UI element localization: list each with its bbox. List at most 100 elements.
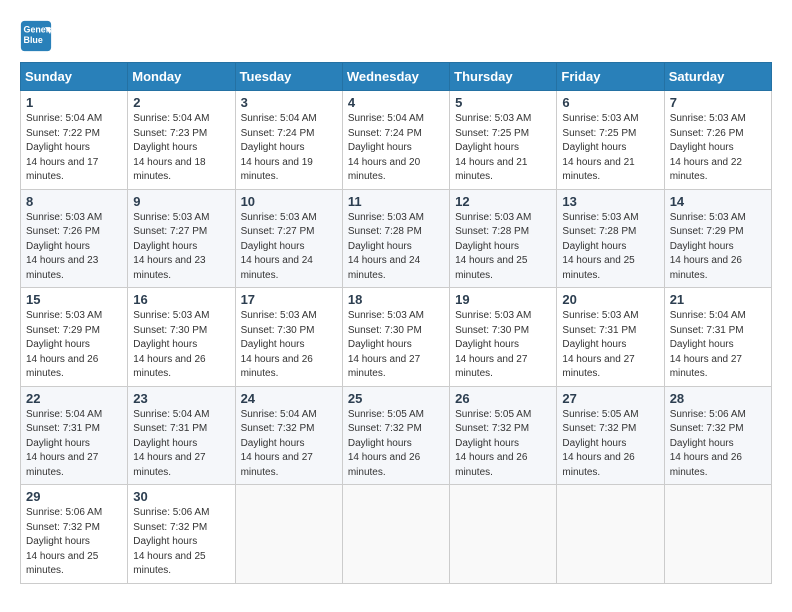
day-number: 22 xyxy=(26,391,122,406)
day-info: Sunrise: 5:06 AMSunset: 7:32 PMDaylight … xyxy=(670,408,766,481)
calendar-cell: 1Sunrise: 5:04 AMSunset: 7:22 PMDaylight… xyxy=(21,91,128,190)
calendar-week-row: 15Sunrise: 5:03 AMSunset: 7:29 PMDayligh… xyxy=(21,288,772,387)
calendar-cell xyxy=(235,485,342,584)
day-info: Sunrise: 5:04 AMSunset: 7:31 PMDaylight … xyxy=(670,309,766,382)
weekday-header: Wednesday xyxy=(342,63,449,91)
calendar-cell: 30 Sunrise: 5:06 AMSunset: 7:32 PMDayligh… xyxy=(128,485,235,584)
day-number: 26 xyxy=(455,391,551,406)
calendar-cell: 28 Sunrise: 5:06 AMSunset: 7:32 PMDayligh… xyxy=(664,386,771,485)
day-info: Sunrise: 5:03 AMSunset: 7:27 PMDaylight … xyxy=(241,211,337,284)
day-number: 12 xyxy=(455,194,551,209)
day-number: 4 xyxy=(348,95,444,110)
day-number: 25 xyxy=(348,391,444,406)
calendar-cell: 15Sunrise: 5:03 AMSunset: 7:29 PMDayligh… xyxy=(21,288,128,387)
calendar-cell: 10 Sunrise: 5:03 AMSunset: 7:27 PMDayligh… xyxy=(235,189,342,288)
day-number: 24 xyxy=(241,391,337,406)
calendar-cell: 25 Sunrise: 5:05 AMSunset: 7:32 PMDayligh… xyxy=(342,386,449,485)
day-number: 20 xyxy=(562,292,658,307)
day-info: Sunrise: 5:03 AMSunset: 7:30 PMDaylight … xyxy=(241,309,337,382)
day-number: 9 xyxy=(133,194,229,209)
day-info: Sunrise: 5:03 AMSunset: 7:29 PMDaylight … xyxy=(670,211,766,284)
day-number: 13 xyxy=(562,194,658,209)
page-header: General Blue xyxy=(20,20,772,52)
calendar-cell: 3 Sunrise: 5:04 AMSunset: 7:24 PMDaylight… xyxy=(235,91,342,190)
weekday-header: Friday xyxy=(557,63,664,91)
calendar-cell: 13 Sunrise: 5:03 AMSunset: 7:28 PMDayligh… xyxy=(557,189,664,288)
day-number: 3 xyxy=(241,95,337,110)
day-info: Sunrise: 5:04 AMSunset: 7:22 PMDaylight … xyxy=(26,112,122,185)
day-number: 11 xyxy=(348,194,444,209)
day-info: Sunrise: 5:04 AMSunset: 7:24 PMDaylight … xyxy=(241,112,337,185)
day-number: 27 xyxy=(562,391,658,406)
day-number: 7 xyxy=(670,95,766,110)
calendar-cell: 5 Sunrise: 5:03 AMSunset: 7:25 PMDaylight… xyxy=(450,91,557,190)
day-number: 16 xyxy=(133,292,229,307)
calendar-cell: 4 Sunrise: 5:04 AMSunset: 7:24 PMDaylight… xyxy=(342,91,449,190)
day-info: Sunrise: 5:03 AMSunset: 7:28 PMDaylight … xyxy=(455,211,551,284)
day-number: 23 xyxy=(133,391,229,406)
day-number: 5 xyxy=(455,95,551,110)
day-number: 10 xyxy=(241,194,337,209)
calendar-cell xyxy=(664,485,771,584)
logo: General Blue xyxy=(20,20,56,52)
day-info: Sunrise: 5:03 AMSunset: 7:25 PMDaylight … xyxy=(455,112,551,185)
calendar-week-row: 29 Sunrise: 5:06 AMSunset: 7:32 PMDayligh… xyxy=(21,485,772,584)
calendar-cell: 26 Sunrise: 5:05 AMSunset: 7:32 PMDayligh… xyxy=(450,386,557,485)
calendar-header: SundayMondayTuesdayWednesdayThursdayFrid… xyxy=(21,63,772,91)
day-number: 8 xyxy=(26,194,122,209)
day-info: Sunrise: 5:04 AMSunset: 7:24 PMDaylight … xyxy=(348,112,444,185)
weekday-header: Tuesday xyxy=(235,63,342,91)
day-info: Sunrise: 5:06 AMSunset: 7:32 PMDaylight … xyxy=(26,506,122,579)
calendar-cell: 12 Sunrise: 5:03 AMSunset: 7:28 PMDayligh… xyxy=(450,189,557,288)
day-info: Sunrise: 5:05 AMSunset: 7:32 PMDaylight … xyxy=(455,408,551,481)
day-info: Sunrise: 5:03 AMSunset: 7:28 PMDaylight … xyxy=(562,211,658,284)
day-info: Sunrise: 5:04 AMSunset: 7:31 PMDaylight … xyxy=(26,408,122,481)
day-info: Sunrise: 5:03 AMSunset: 7:30 PMDaylight … xyxy=(455,309,551,382)
day-info: Sunrise: 5:03 AMSunset: 7:26 PMDaylight … xyxy=(26,211,122,284)
calendar-cell: 8 Sunrise: 5:03 AMSunset: 7:26 PMDaylight… xyxy=(21,189,128,288)
calendar-body: 1Sunrise: 5:04 AMSunset: 7:22 PMDaylight… xyxy=(21,91,772,584)
calendar-cell: 21 Sunrise: 5:04 AMSunset: 7:31 PMDayligh… xyxy=(664,288,771,387)
day-number: 18 xyxy=(348,292,444,307)
calendar-cell xyxy=(342,485,449,584)
day-info: Sunrise: 5:06 AMSunset: 7:32 PMDaylight … xyxy=(133,506,229,579)
svg-text:Blue: Blue xyxy=(24,35,43,45)
day-number: 17 xyxy=(241,292,337,307)
day-number: 29 xyxy=(26,489,122,504)
day-info: Sunrise: 5:04 AMSunset: 7:31 PMDaylight … xyxy=(133,408,229,481)
calendar-cell: 14 Sunrise: 5:03 AMSunset: 7:29 PMDayligh… xyxy=(664,189,771,288)
calendar-table: SundayMondayTuesdayWednesdayThursdayFrid… xyxy=(20,62,772,584)
day-info: Sunrise: 5:03 AMSunset: 7:25 PMDaylight … xyxy=(562,112,658,185)
calendar-cell: 9 Sunrise: 5:03 AMSunset: 7:27 PMDaylight… xyxy=(128,189,235,288)
calendar-cell xyxy=(450,485,557,584)
day-info: Sunrise: 5:03 AMSunset: 7:30 PMDaylight … xyxy=(133,309,229,382)
day-number: 14 xyxy=(670,194,766,209)
calendar-cell: 29 Sunrise: 5:06 AMSunset: 7:32 PMDayligh… xyxy=(21,485,128,584)
day-info: Sunrise: 5:04 AMSunset: 7:32 PMDaylight … xyxy=(241,408,337,481)
calendar-cell: 24 Sunrise: 5:04 AMSunset: 7:32 PMDayligh… xyxy=(235,386,342,485)
day-number: 6 xyxy=(562,95,658,110)
day-number: 21 xyxy=(670,292,766,307)
calendar-cell: 11 Sunrise: 5:03 AMSunset: 7:28 PMDayligh… xyxy=(342,189,449,288)
day-number: 28 xyxy=(670,391,766,406)
day-number: 19 xyxy=(455,292,551,307)
day-info: Sunrise: 5:03 AMSunset: 7:28 PMDaylight … xyxy=(348,211,444,284)
calendar-week-row: 1Sunrise: 5:04 AMSunset: 7:22 PMDaylight… xyxy=(21,91,772,190)
day-info: Sunrise: 5:03 AMSunset: 7:30 PMDaylight … xyxy=(348,309,444,382)
day-info: Sunrise: 5:04 AMSunset: 7:23 PMDaylight … xyxy=(133,112,229,185)
day-info: Sunrise: 5:03 AMSunset: 7:27 PMDaylight … xyxy=(133,211,229,284)
calendar-cell: 27Sunrise: 5:05 AMSunset: 7:32 PMDayligh… xyxy=(557,386,664,485)
calendar-week-row: 8 Sunrise: 5:03 AMSunset: 7:26 PMDaylight… xyxy=(21,189,772,288)
calendar-cell: 18 Sunrise: 5:03 AMSunset: 7:30 PMDayligh… xyxy=(342,288,449,387)
calendar-cell: 19 Sunrise: 5:03 AMSunset: 7:30 PMDayligh… xyxy=(450,288,557,387)
day-info: Sunrise: 5:03 AMSunset: 7:29 PMDaylight … xyxy=(26,309,122,382)
day-number: 30 xyxy=(133,489,229,504)
calendar-cell xyxy=(557,485,664,584)
calendar-cell: 17 Sunrise: 5:03 AMSunset: 7:30 PMDayligh… xyxy=(235,288,342,387)
calendar-cell: 16 Sunrise: 5:03 AMSunset: 7:30 PMDayligh… xyxy=(128,288,235,387)
day-info: Sunrise: 5:03 AMSunset: 7:31 PMDaylight … xyxy=(562,309,658,382)
day-info: Sunrise: 5:03 AMSunset: 7:26 PMDaylight … xyxy=(670,112,766,185)
day-info: Sunrise: 5:05 AMSunset: 7:32 PMDaylight … xyxy=(348,408,444,481)
day-number: 2 xyxy=(133,95,229,110)
calendar-week-row: 22 Sunrise: 5:04 AMSunset: 7:31 PMDayligh… xyxy=(21,386,772,485)
